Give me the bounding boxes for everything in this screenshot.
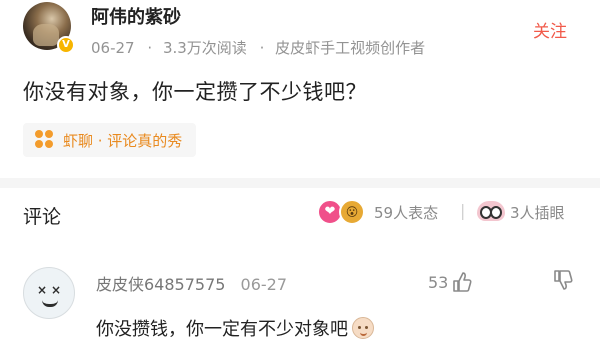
- comments-title: 评论: [23, 206, 62, 228]
- header-separator: |: [460, 201, 466, 220]
- commenter-avatar[interactable]: × ×: [23, 267, 75, 319]
- comment-item: × × 皮皮侠64857575 06-27 53 你没攒钱，你一定有不少对象吧: [0, 243, 600, 355]
- comment-text: 你没攒钱，你一定有不少对象吧: [96, 319, 348, 340]
- commenter-meta: 皮皮侠64857575 06-27: [96, 271, 287, 295]
- comment-text-row: 你没攒钱，你一定有不少对象吧: [96, 315, 374, 341]
- post-body-text: 你没有对象，你一定攒了不少钱吧？: [23, 80, 367, 104]
- avatar-eye-right: ×: [50, 283, 62, 297]
- avatar-eye-left: ×: [36, 283, 48, 297]
- meta-separator: ·: [259, 39, 265, 57]
- like-count: 53: [428, 272, 449, 292]
- thumb-down-icon[interactable]: [553, 269, 573, 291]
- like-button[interactable]: 53: [428, 271, 472, 293]
- post-date: 06-27: [91, 39, 135, 57]
- emoji-react-icon: 😮: [339, 199, 365, 225]
- topic-chip[interactable]: 虾聊 · 评论真的秀: [23, 123, 197, 157]
- author-avatar-container[interactable]: V: [23, 2, 75, 54]
- follow-button[interactable]: 关注: [533, 17, 567, 42]
- reactions-count[interactable]: 59人表态: [374, 202, 438, 223]
- section-divider: [0, 178, 600, 188]
- avatar-mouth: [42, 300, 58, 307]
- author-name[interactable]: 阿伟的紫砂: [91, 3, 181, 29]
- smirk-emoji-icon: [352, 317, 374, 339]
- post-views: 3.3万次阅读: [162, 39, 247, 57]
- meta-separator: ·: [147, 39, 153, 57]
- post-meta: 06-27 · 3.3万次阅读 · 皮皮虾手工视频创作者: [91, 37, 427, 58]
- topic-grid-icon: [35, 130, 55, 150]
- comment-date: 06-27: [240, 275, 288, 294]
- topic-label: 虾聊 · 评论真的秀: [63, 131, 183, 150]
- post-card: V 阿伟的紫砂 06-27 · 3.3万次阅读 · 皮皮虾手工视频创作者 关注 …: [0, 0, 600, 178]
- commenter-name[interactable]: 皮皮侠64857575: [96, 275, 225, 294]
- reaction-icons[interactable]: ❤ 😮: [317, 198, 373, 226]
- comments-header: 评论 ❤ 😮 59人表态 | 3人插眼: [0, 188, 600, 243]
- eyes-icon[interactable]: [477, 201, 505, 221]
- thumb-up-icon: [453, 272, 472, 292]
- verified-badge-icon: V: [57, 36, 75, 54]
- insert-count[interactable]: 3人插眼: [510, 202, 565, 223]
- author-title: 皮皮虾手工视频创作者: [275, 39, 426, 57]
